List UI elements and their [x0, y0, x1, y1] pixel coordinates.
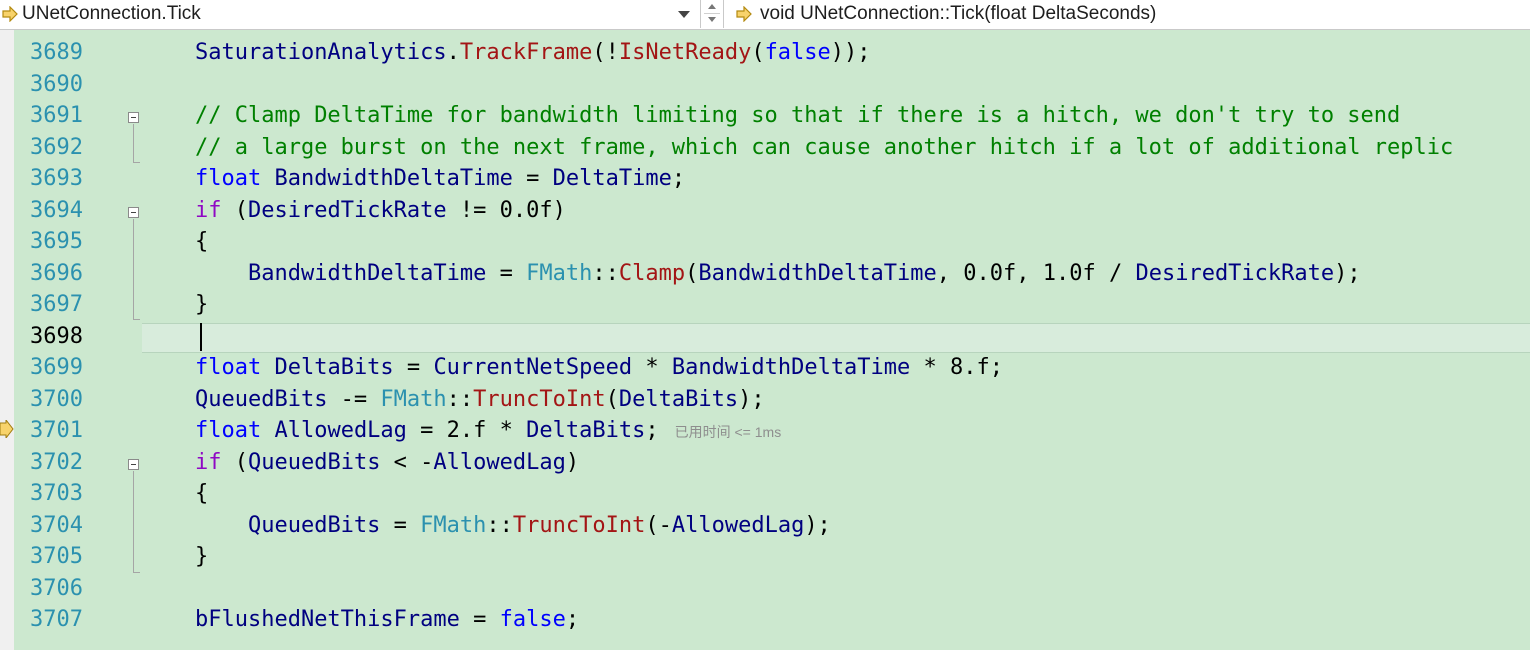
navigation-bar: UNetConnection.Tick void UNetConnection:…: [0, 0, 1530, 30]
chevron-down-icon[interactable]: [678, 11, 690, 18]
code-line[interactable]: // Clamp DeltaTime for bandwidth limitin…: [142, 101, 1400, 131]
code-line[interactable]: float AllowedLag = 2.f * DeltaBits; 已用时间 …: [142, 416, 781, 447]
line-number: 3707: [30, 607, 83, 632]
line-number: 3690: [30, 72, 83, 97]
line-number: 3700: [30, 387, 83, 412]
code-line[interactable]: {: [142, 479, 208, 509]
code-line[interactable]: // a large burst on the next frame, whic…: [142, 133, 1453, 163]
code-line[interactable]: }: [142, 542, 208, 572]
line-number: 3697: [30, 292, 83, 317]
text-caret: [200, 323, 202, 351]
code-line-current[interactable]: [142, 322, 155, 352]
line-number: 3693: [30, 166, 83, 191]
code-line[interactable]: {: [142, 227, 208, 257]
line-number: 3703: [30, 481, 83, 506]
line-number: 3701: [30, 418, 83, 443]
collapse-toggle-icon[interactable]: [128, 207, 139, 218]
code-line[interactable]: BandwidthDeltaTime = FMath::Clamp(Bandwi…: [142, 259, 1361, 289]
collapse-toggle-icon[interactable]: [128, 459, 139, 470]
outline-guide: [133, 124, 134, 162]
indicator-margin[interactable]: [0, 30, 14, 650]
outline-guide: [133, 471, 134, 572]
code-line[interactable]: SaturationAnalytics.TrackFrame(!IsNetRea…: [142, 38, 871, 68]
code-line[interactable]: [142, 70, 155, 100]
line-number: 3704: [30, 513, 83, 538]
line-number: 3692: [30, 135, 83, 160]
outline-guide-end: [133, 162, 140, 163]
current-line-highlight: [142, 323, 1530, 353]
code-line[interactable]: QueuedBits -= FMath::TruncToInt(DeltaBit…: [142, 385, 765, 415]
spinner-divider: [704, 13, 720, 14]
line-number: 3691: [30, 103, 83, 128]
spinner-up-icon[interactable]: [708, 4, 716, 9]
code-line[interactable]: float DeltaBits = CurrentNetSpeed * Band…: [142, 353, 1003, 383]
code-line[interactable]: QueuedBits = FMath::TruncToInt(-AllowedL…: [142, 511, 831, 541]
perf-tip[interactable]: 已用时间 <= 1ms: [675, 424, 782, 440]
member-dropdown[interactable]: UNetConnection.Tick: [22, 3, 201, 25]
arrow-right-outline-icon: [2, 6, 18, 22]
line-number: 3694: [30, 198, 83, 223]
code-line[interactable]: if (QueuedBits < -AllowedLag): [142, 448, 579, 478]
code-line[interactable]: float BandwidthDeltaTime = DeltaTime;: [142, 164, 685, 194]
line-number: 3696: [30, 261, 83, 286]
line-number: 3699: [30, 355, 83, 380]
line-number-current: 3698: [30, 324, 83, 349]
outline-guide-end: [133, 319, 140, 320]
code-editor[interactable]: 3689 3690 3691 3692 3693 3694 3695 3696 …: [0, 30, 1530, 650]
code-line[interactable]: [142, 574, 155, 604]
line-number: 3689: [30, 40, 83, 65]
outline-guide: [133, 219, 134, 319]
line-number: 3695: [30, 229, 83, 254]
arrow-right-outline-icon: [736, 6, 752, 22]
code-line[interactable]: }: [142, 290, 208, 320]
spinner-down-icon[interactable]: [708, 17, 716, 22]
outline-guide-end: [133, 572, 140, 573]
code-line[interactable]: bFlushedNetThisFrame = false;: [142, 605, 579, 635]
line-number: 3706: [30, 576, 83, 601]
function-dropdown[interactable]: void UNetConnection::Tick(float DeltaSec…: [760, 3, 1156, 25]
instruction-pointer-arrow-icon[interactable]: [0, 420, 14, 438]
collapse-toggle-icon[interactable]: [128, 112, 139, 123]
line-number: 3702: [30, 450, 83, 475]
scope-spinner[interactable]: [700, 0, 724, 28]
code-line[interactable]: if (DesiredTickRate != 0.0f): [142, 196, 566, 226]
line-number: 3705: [30, 544, 83, 569]
